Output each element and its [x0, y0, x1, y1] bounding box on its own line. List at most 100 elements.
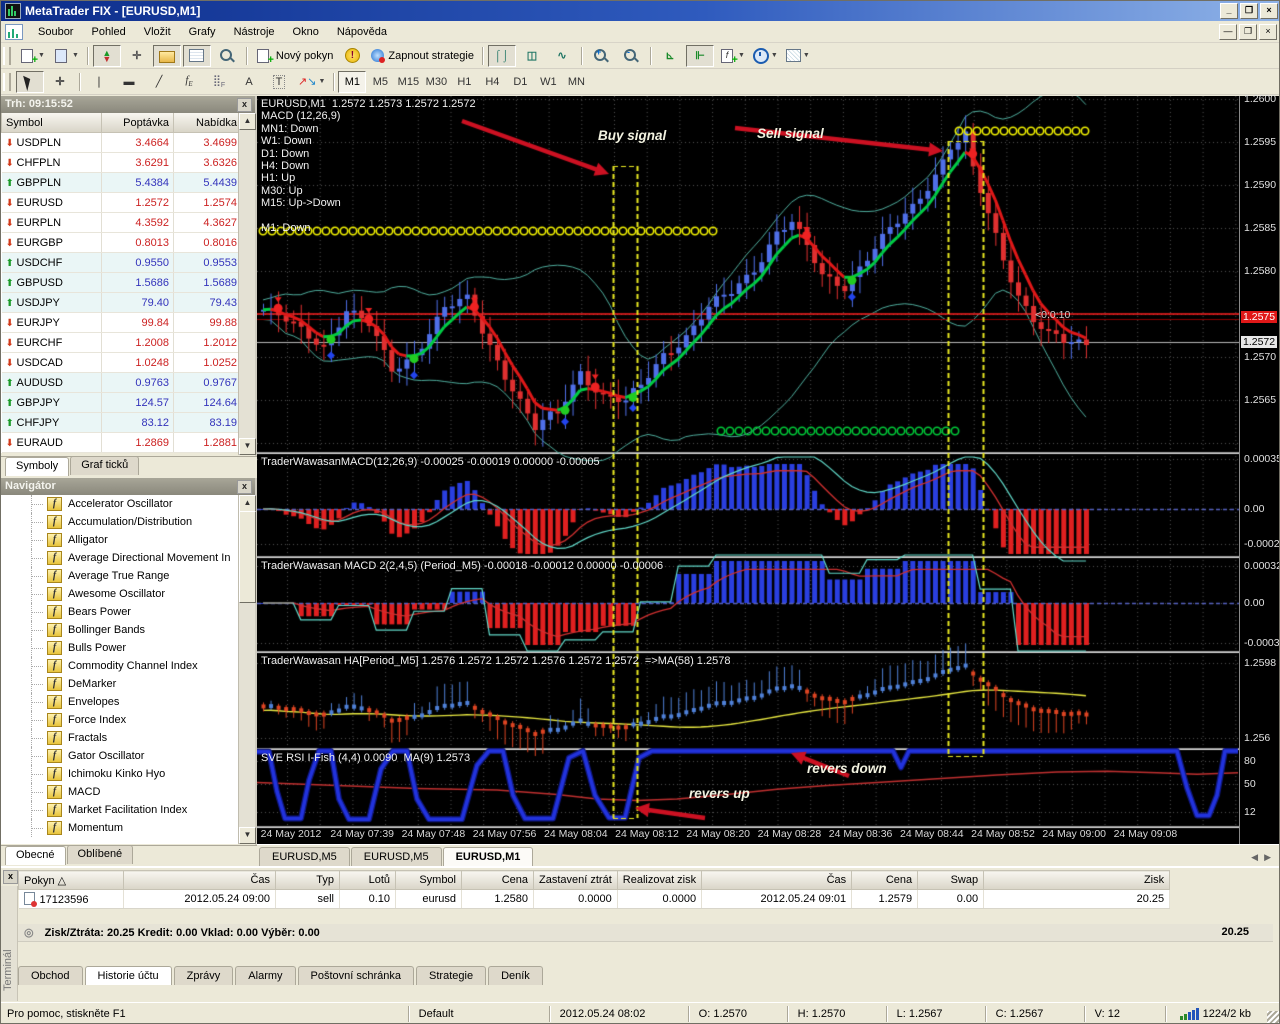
market-watch-row[interactable]: ⬇ USDPLN 3.4664 3.4699	[1, 132, 242, 153]
market-watch-row[interactable]: ⬆ USDJPY 79.40 79.43	[1, 292, 242, 313]
navigator-item[interactable]: f Accelerator Oscillator	[1, 495, 241, 513]
menu-vložit[interactable]: Vložit	[135, 23, 180, 41]
maximize-button[interactable]: ❐	[1240, 3, 1258, 19]
timeframe-m30[interactable]: M30	[422, 71, 450, 93]
market-watch-row[interactable]: ⬆ USDCHF 0.9550 0.9553	[1, 252, 242, 273]
trendline-tool-button[interactable]: ╱	[145, 71, 173, 93]
navigator-item[interactable]: f Bollinger Bands	[1, 621, 241, 639]
new-chart-button[interactable]: + ▼	[16, 45, 48, 67]
terminal-col-1[interactable]: Čas	[123, 870, 276, 890]
market-watch-row[interactable]: ⬆ GBPUSD 1.5686 1.5689	[1, 272, 242, 293]
navigator-item[interactable]: f Bulls Power	[1, 639, 241, 657]
navigator-toggle-button[interactable]	[152, 44, 181, 67]
auto-scroll-button[interactable]: ⊾	[656, 45, 684, 67]
navigator-item[interactable]: f Fractals	[1, 729, 241, 747]
navigator-item[interactable]: f Commodity Channel Index	[1, 657, 241, 675]
navigator-item[interactable]: f DeMarker	[1, 675, 241, 693]
tab-scroll-arrows[interactable]: ◀▶	[1251, 852, 1277, 863]
menu-nápověda[interactable]: Nápověda	[328, 23, 396, 41]
menu-okno[interactable]: Okno	[284, 23, 328, 41]
terminal-tab-historie-tu[interactable]: Historie účtu	[84, 966, 172, 985]
resize-grip[interactable]	[1267, 1011, 1279, 1023]
terminal-col-7[interactable]: Realizovat zisk	[616, 870, 703, 890]
timeframe-d1[interactable]: D1	[506, 71, 534, 93]
enable-strategies-button[interactable]: Zapnout strategie	[368, 45, 477, 67]
menu-pohled[interactable]: Pohled	[82, 23, 134, 41]
navigator-item[interactable]: f MACD	[1, 783, 241, 801]
data-window-button[interactable]: ✛	[123, 45, 151, 67]
timeframe-m5[interactable]: M5	[366, 71, 394, 93]
market-watch-row[interactable]: ⬇ EURCHF 1.2008 1.2012	[1, 332, 242, 353]
toolbar-grip2[interactable]	[3, 72, 11, 91]
mw-col-0[interactable]: Symbol	[1, 113, 102, 133]
close-button[interactable]: ×	[1260, 3, 1278, 19]
profiles-button[interactable]: ▼	[50, 45, 82, 67]
market-watch-row[interactable]: ⬆ AUDUSD 0.9763 0.9767	[1, 372, 242, 393]
mdi-restore-button[interactable]: ❐	[1239, 24, 1257, 40]
terminal-tab-alarmy[interactable]: Alarmy	[235, 966, 296, 985]
terminal-tab-den-k[interactable]: Deník	[488, 966, 543, 985]
mdi-minimize-button[interactable]: —	[1219, 24, 1237, 40]
chart-tab-2[interactable]: EURUSD,M1	[442, 847, 534, 866]
strategy-tester-button[interactable]	[213, 45, 241, 67]
navigator-item[interactable]: f Envelopes	[1, 693, 241, 711]
navigator-item[interactable]: f Bears Power	[1, 603, 241, 621]
navigator-item[interactable]: f Ichimoku Kinko Hyo	[1, 765, 241, 783]
scroll-down-icon[interactable]: ▼	[239, 438, 256, 455]
fibonacci-tool-button[interactable]: fE	[175, 71, 203, 93]
minimize-button[interactable]: _	[1220, 3, 1238, 19]
market-watch-tab-graf-ticků[interactable]: Graf ticků	[70, 456, 140, 475]
navigator-close-icon[interactable]: x	[237, 480, 252, 494]
terminal-col-3[interactable]: Lotů	[339, 870, 396, 890]
market-watch-row[interactable]: ⬇ CHFPLN 3.6291 3.6326	[1, 152, 242, 173]
timeframe-h4[interactable]: H4	[478, 71, 506, 93]
market-watch-toggle-button[interactable]: ▲ ▼	[92, 44, 121, 67]
navigator-scrollbar[interactable]: ▲ ▼	[238, 495, 256, 844]
terminal-col-10[interactable]: Swap	[917, 870, 985, 890]
terminal-tab-strategie[interactable]: Strategie	[416, 966, 487, 985]
market-watch-row[interactable]: ⬇ EURGBP 0.8013 0.8016	[1, 232, 242, 253]
price-chart-canvas[interactable]	[257, 96, 1239, 844]
market-watch-close-icon[interactable]: x	[237, 98, 252, 112]
terminal-tab-zpr-vy[interactable]: Zprávy	[173, 966, 234, 985]
horizontal-line-tool-button[interactable]: ▬	[115, 71, 143, 93]
menu-grafy[interactable]: Grafy	[180, 23, 225, 41]
navigator-item[interactable]: f Gator Oscillator	[1, 747, 241, 765]
nav-scroll-down-icon[interactable]: ▼	[239, 827, 256, 844]
menu-soubor[interactable]: Soubor	[29, 23, 82, 41]
mw-col-1[interactable]: Poptávka	[101, 113, 174, 133]
market-watch-row[interactable]: ⬆ GBPPLN 5.4384 5.4439	[1, 172, 242, 193]
text-label-tool-button[interactable]: T	[265, 71, 293, 93]
crosshair-tool-button[interactable]: ✛	[46, 71, 74, 93]
navigator-item[interactable]: f Awesome Oscillator	[1, 585, 241, 603]
terminal-col-11[interactable]: Zisk	[983, 870, 1171, 890]
terminal-col-0[interactable]: Pokyn △	[18, 870, 124, 890]
navigator-item[interactable]: f Alligator	[1, 531, 241, 549]
navigator-tab-obecné[interactable]: Obecné	[5, 846, 66, 865]
candlestick-chart-button[interactable]: ◫	[518, 45, 546, 67]
terminal-col-8[interactable]: Čas	[701, 870, 853, 890]
chart-tab-0[interactable]: EURUSD,M5	[259, 847, 350, 866]
arrows-tool-button[interactable]: ↗ ↘ ▼	[295, 71, 328, 93]
templates-button[interactable]: ▼	[783, 45, 813, 67]
navigator-item[interactable]: f Momentum	[1, 819, 241, 837]
bar-chart-button[interactable]: ⌠⌡	[487, 44, 516, 67]
terminal-close-icon[interactable]: x	[3, 870, 18, 884]
nav-scroll-up-icon[interactable]: ▲	[239, 495, 256, 512]
zoom-out-button[interactable]: -	[617, 45, 645, 67]
market-watch-row[interactable]: ⬇ USDCAD 1.0248 1.0252	[1, 352, 242, 373]
timeframe-h1[interactable]: H1	[450, 71, 478, 93]
market-watch-row[interactable]: ⬆ GBPJPY 124.57 124.64	[1, 392, 242, 413]
mw-col-2[interactable]: Nabídka	[173, 113, 242, 133]
market-watch-row[interactable]: ⬇ EURUSD 1.2572 1.2574	[1, 192, 242, 213]
market-watch-tab-symboly[interactable]: Symboly	[5, 457, 70, 476]
chart-tab-1[interactable]: EURUSD,M5	[350, 847, 442, 866]
navigator-item[interactable]: f Force Index	[1, 711, 241, 729]
zoom-in-button[interactable]: +	[587, 45, 615, 67]
market-watch-row[interactable]: ⬇ EURAUD 1.2869 1.2881	[1, 432, 242, 453]
market-watch-scrollbar[interactable]: ▲ ▼	[238, 113, 256, 455]
market-watch-row[interactable]: ⬇ EURPLN 4.3592 4.3627	[1, 212, 242, 233]
timeframe-mn[interactable]: MN	[562, 71, 590, 93]
terminal-col-6[interactable]: Zastavení ztrát	[533, 870, 618, 890]
chart-window[interactable]: EURUSD,M1 1.2572 1.2573 1.2572 1.2572 MAC…	[257, 93, 1279, 844]
